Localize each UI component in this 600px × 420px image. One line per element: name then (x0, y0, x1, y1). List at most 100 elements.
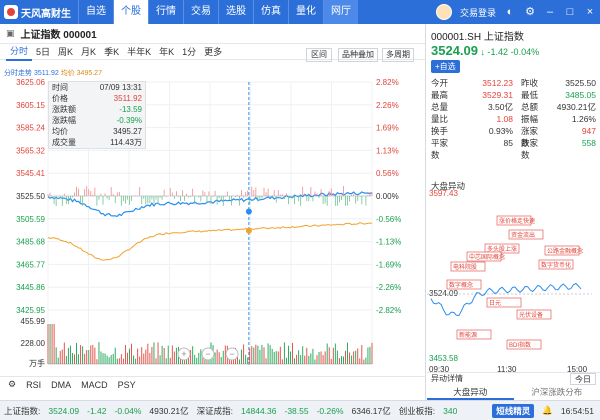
avatar[interactable] (435, 4, 452, 20)
nav-tab-wangting[interactable]: 网厅 (323, 0, 358, 24)
volume-tick-label: 万手 (29, 358, 45, 368)
zoom-reset-icon-glyph: − (229, 349, 234, 359)
legend-series: 分时走势 (4, 70, 32, 77)
sh-pct: -0.04% (114, 405, 142, 416)
y-tick-label: 3445.86 (16, 283, 45, 292)
legend-price: 3511.92 (33, 70, 59, 77)
overlay-button[interactable]: 品种叠加 (338, 48, 378, 62)
mini-chart[interactable]: 3597.433524.093453.58涨价格走快速资金流出多头股上涨中芯国际… (427, 190, 600, 374)
y-tick-label: 3525.50 (16, 192, 45, 201)
indicator-tabs: ⚙ RSI DMA MACD PSY (0, 376, 426, 392)
indicator-psy[interactable]: PSY (114, 380, 140, 390)
pct-tick-label: 0.56% (376, 169, 399, 178)
mini-top-label: 3597.43 (429, 190, 458, 198)
login-link[interactable]: 交易登录 (460, 6, 496, 19)
q-value: 3512.23 (482, 78, 513, 88)
sz-change: -38.55 (284, 405, 309, 416)
gear-icon[interactable]: ⚙ (4, 379, 20, 390)
pct-tick-label: -2.26% (376, 283, 401, 292)
y-tick-label: 3505.59 (16, 215, 45, 224)
period-1min[interactable]: 1分 (178, 44, 200, 60)
q-value: 1.08 (496, 114, 513, 124)
tab-zhangdie-fenbu[interactable]: 沪深涨跌分布 (514, 385, 600, 400)
info-chg-value: -13.59 (119, 105, 142, 114)
q-label: 最高 (431, 90, 449, 100)
period-halfyear[interactable]: 半年K (123, 44, 155, 60)
zoom-in-icon-glyph: + (181, 349, 186, 359)
indicator-dma[interactable]: DMA (47, 380, 75, 390)
minimize-icon[interactable]: – (544, 6, 556, 18)
pct-tick-label: 1.13% (376, 146, 399, 155)
q-value: 85 (503, 138, 513, 148)
today-select[interactable]: 今日 (570, 373, 596, 385)
crosshair-info: 时间 07/09 13:31 价格 3511.92 涨跌额 -13.59 涨跌幅 -0.… (48, 81, 146, 149)
logo-icon (4, 5, 18, 19)
y-tick-label: 3605.15 (16, 101, 45, 110)
chart-panel: ▣ 上证指数 000001 分时 5日 周K 月K 季K 半年K 年K 1分 更… (0, 24, 426, 400)
add-watchlist-button[interactable]: +自选 (431, 60, 460, 73)
q-label: 总量 (431, 102, 449, 112)
tab-dapan-yidong[interactable]: 大盘异动 (427, 385, 514, 400)
detail-label: 异动详情 (431, 374, 463, 383)
short-line-button[interactable]: 短线精灵 (492, 403, 535, 418)
info-chg-label: 涨跌额 (52, 105, 76, 114)
period-week[interactable]: 周K (54, 44, 77, 60)
mini-low-label: 3453.58 (429, 354, 458, 363)
nav-tab-xuangu[interactable]: 选股 (218, 0, 253, 24)
close-icon[interactable]: × (584, 6, 596, 18)
cy-label: 创业板指: (398, 405, 436, 416)
y-tick-label: 3625.06 (16, 78, 45, 87)
info-time-label: 时间 (52, 83, 68, 92)
period-month[interactable]: 月K (77, 44, 100, 60)
skin-icon[interactable]: ◐ (504, 6, 516, 18)
y-tick-label: 3565.32 (16, 146, 45, 155)
indicator-macd[interactable]: MACD (77, 380, 112, 390)
gear-icon[interactable]: ⚙ (524, 6, 536, 18)
q-value: 3529.31 (482, 90, 513, 100)
bell-icon[interactable]: 🔔 (542, 405, 553, 416)
q-label: 总额 (521, 102, 539, 112)
status-bar: 上证指数: 3524.09 -1.42 -0.04% 4930.21亿 深证成指… (0, 400, 600, 420)
info-time-value: 07/09 13:31 (99, 83, 142, 92)
sh-label: 上证指数: (4, 405, 41, 416)
nav-tab-lianghua[interactable]: 量化 (288, 0, 323, 24)
mini-event-label: 涨价格走快速 (499, 217, 535, 225)
q-value: 947 (581, 126, 596, 136)
q-label: 最低 (521, 90, 539, 100)
sz-pct: -0.26% (316, 405, 344, 416)
period-fenshi[interactable]: 分时 (6, 43, 33, 61)
period-quarter[interactable]: 季K (100, 44, 123, 60)
info-pct-value: -0.39% (116, 116, 142, 125)
nav-tab-fangzhen[interactable]: 仿真 (253, 0, 288, 24)
mini-event-label: 日元 (489, 300, 501, 307)
period-more[interactable]: 更多 (200, 44, 226, 60)
range-button[interactable]: 区间 (306, 48, 332, 62)
collapse-icon[interactable]: ▣ (6, 28, 15, 39)
nav-tab-gegu[interactable]: 个股 (113, 0, 148, 24)
crosshair-avg-point (245, 227, 252, 234)
period-year[interactable]: 年K (155, 44, 178, 60)
info-pct-label: 涨跌幅 (52, 116, 76, 125)
y-tick-label: 3585.24 (16, 124, 45, 133)
info-vol-label: 成交量 (52, 138, 76, 147)
q-value: 1.26% (571, 114, 596, 124)
period-5day[interactable]: 5日 (32, 44, 54, 60)
nav-tab-jiaoyi[interactable]: 交易 (183, 0, 218, 24)
quote-pct: -0.04% (510, 47, 540, 57)
nav-tab-zixuan[interactable]: 自选 (78, 0, 113, 24)
nav-tab-hangqing[interactable]: 行情 (148, 0, 183, 24)
indicator-rsi[interactable]: RSI (22, 380, 45, 390)
chart-legend: 分时走势 3511.92 均价 3495.27 (4, 68, 102, 78)
pct-tick-label: 0.00% (376, 192, 399, 201)
quote-panel: 000001.SH 上证指数 3524.09 ↓ -1.42 -0.04% +自… (427, 24, 600, 400)
q-value: 4930.21亿 (556, 102, 596, 112)
q-label: 今开 (431, 78, 449, 88)
mini-event-label: 数字概念 (449, 281, 473, 289)
maximize-icon[interactable]: □ (564, 6, 576, 18)
q-value: 3.50亿 (487, 102, 513, 112)
pct-tick-label: 2.82% (376, 78, 399, 87)
mini-event-label: 公路金融概念 (547, 247, 583, 255)
multi-period-button[interactable]: 多周期 (382, 48, 414, 62)
q-label: 振幅 (521, 114, 539, 124)
quote-change: -1.42 (487, 47, 509, 57)
